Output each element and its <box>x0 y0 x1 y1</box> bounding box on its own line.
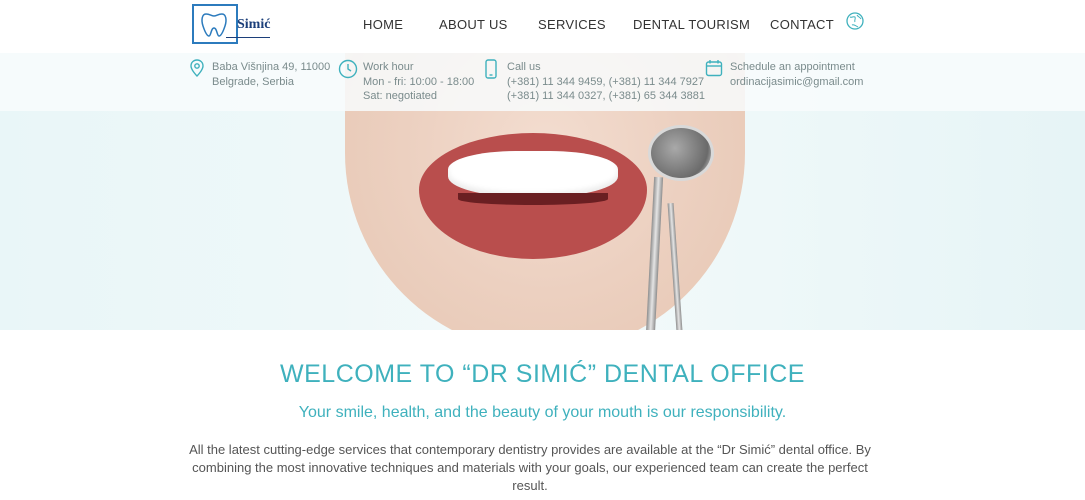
call-label: Call us <box>507 61 541 73</box>
address-line1: Baba Višnjina 49, 11000 <box>212 61 331 73</box>
nav-home[interactable]: HOME <box>363 17 403 32</box>
hours-label: Work hour <box>363 61 414 73</box>
appointment-email[interactable]: ordinacijasimic@gmail.com <box>730 75 863 90</box>
call-line1[interactable]: (+381) 11 344 9459, (+381) 11 344 7927 <box>507 75 705 90</box>
intro-paragraph: All the latest cutting-edge services tha… <box>189 442 871 493</box>
logo-frame <box>192 4 238 44</box>
call-text: Call us (+381) 11 344 9459, (+381) 11 34… <box>507 60 705 104</box>
hours-line2: Sat: negotiated <box>363 90 438 102</box>
nav-contact[interactable]: CONTACT <box>770 17 834 32</box>
hero-banner: Baba Višnjina 49, 11000 Belgrade, Serbia… <box>0 53 1085 330</box>
logo[interactable]: Simić <box>192 4 270 46</box>
globe-icon[interactable] <box>846 12 864 30</box>
hero-teeth <box>448 151 618 197</box>
call-line2[interactable]: (+381) 11 344 0327, (+381) 65 344 3881 <box>507 89 705 104</box>
hours-text: Work hour Mon - fri: 10:00 - 18:00 Sat: … <box>363 60 474 104</box>
location-pin-icon <box>188 59 206 77</box>
appointment-label[interactable]: Schedule an appointment <box>730 60 863 75</box>
page-title: WELCOME TO “DR SIMIĆ” DENTAL OFFICE <box>280 360 805 388</box>
site-header: Simić HOME ABOUT US SERVICES DENTAL TOUR… <box>0 0 1085 53</box>
calendar-icon <box>705 59 723 77</box>
nav-dental-tourism[interactable]: DENTAL TOURISM <box>633 17 750 32</box>
hours-line1: Mon - fri: 10:00 - 18:00 <box>363 75 475 88</box>
dental-mirror-head <box>648 125 714 181</box>
appointment-text: Schedule an appointment ordinacijasimic@… <box>730 60 863 89</box>
address-text: Baba Višnjina 49, 11000 Belgrade, Serbia <box>212 60 330 89</box>
address-line2: Belgrade, Serbia <box>212 75 294 88</box>
nav-services[interactable]: SERVICES <box>538 17 606 32</box>
phone-icon <box>484 59 502 79</box>
logo-text: Simić <box>237 17 271 32</box>
clock-icon <box>338 59 358 79</box>
logo-underline <box>226 37 270 38</box>
page-tagline: Your smile, health, and the beauty of yo… <box>298 404 787 421</box>
nav-about-us[interactable]: ABOUT US <box>439 17 508 32</box>
info-bar: Baba Višnjina 49, 11000 Belgrade, Serbia… <box>0 53 1085 111</box>
hero-mouth <box>458 193 608 205</box>
